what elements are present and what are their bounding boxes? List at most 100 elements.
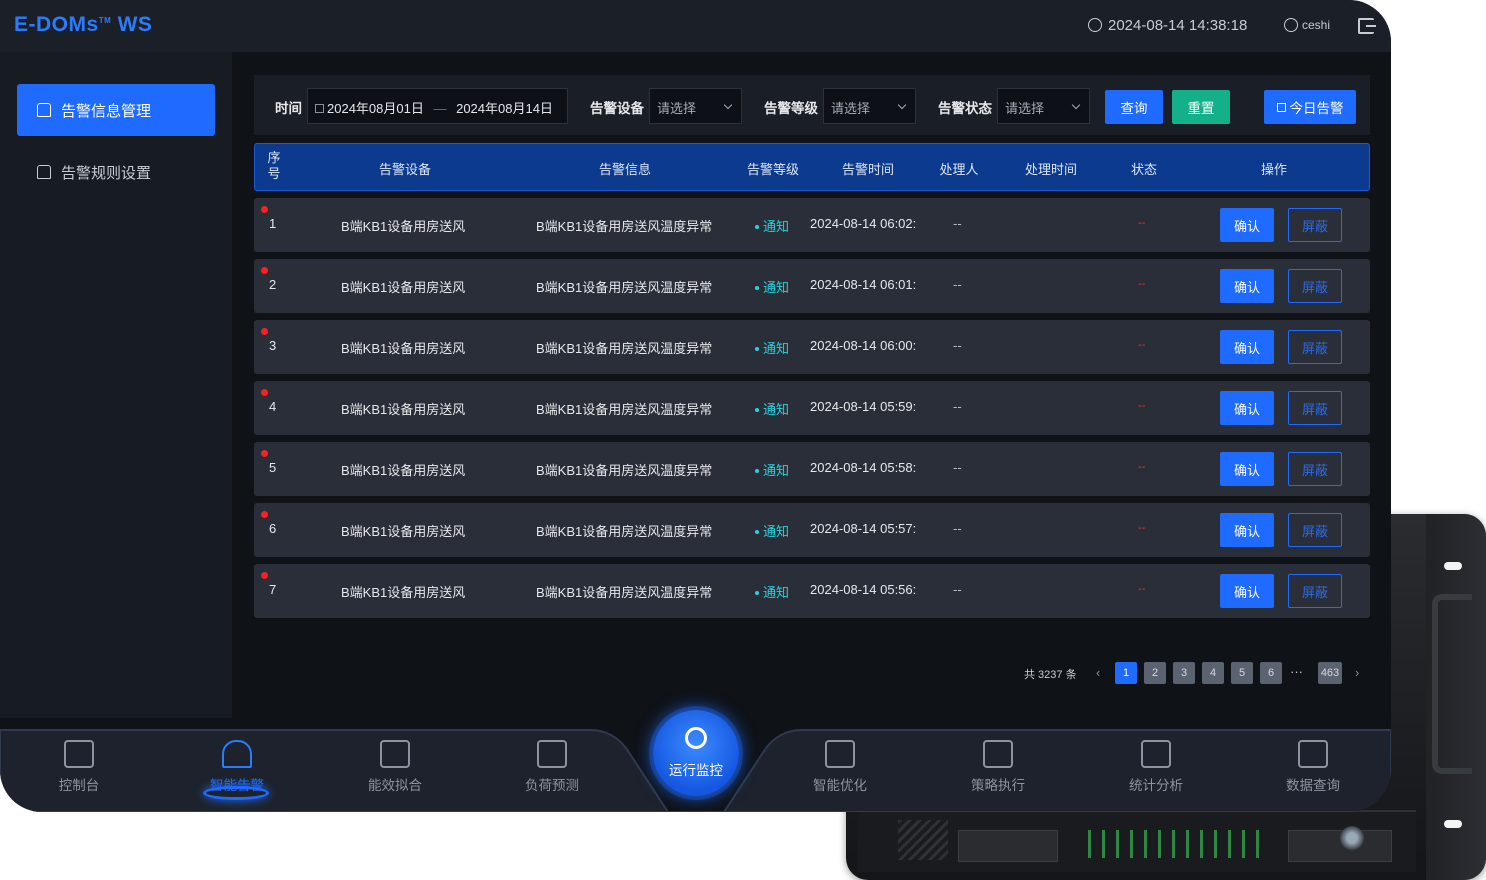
row-status: -- (1138, 583, 1146, 595)
alert-dot-icon (261, 206, 268, 213)
user-icon (1284, 18, 1298, 32)
table-row: 5 B端KB1设备用房送风 B端KB1设备用房送风温度异常 通知 2024-08-14 … (254, 442, 1370, 496)
row-level: 通知 (755, 216, 789, 235)
rack-power-knob (1340, 826, 1364, 850)
row-status: -- (1138, 461, 1146, 473)
brand-logo: E-DOMsTM WS (14, 13, 152, 37)
confirm-button[interactable]: 确认 (1220, 330, 1274, 364)
dock-item-label: 策略执行 (971, 778, 1025, 793)
shield-button[interactable]: 屏蔽 (1288, 391, 1342, 425)
sidebar-item-alarm-info[interactable]: 告警信息管理 (17, 84, 215, 136)
shield-button[interactable]: 屏蔽 (1288, 208, 1342, 242)
page-4[interactable]: 4 (1202, 662, 1224, 684)
sidebar: 告警信息管理 告警规则设置 (0, 52, 232, 718)
row-handler: -- (953, 277, 962, 292)
dock-item-optimize[interactable]: 智能优化 (800, 740, 880, 794)
alert-dot-icon (261, 267, 268, 274)
shield-button[interactable]: 屏蔽 (1288, 574, 1342, 608)
pagination-total: 共 3237 条 (1024, 669, 1077, 681)
page-last[interactable]: 463 (1318, 662, 1342, 684)
level-select[interactable]: 请选择 (823, 88, 916, 124)
table-row: 2 B端KB1设备用房送风 B端KB1设备用房送风温度异常 通知 2024-08-14 … (254, 259, 1370, 313)
page-6[interactable]: 6 (1260, 662, 1282, 684)
confirm-button[interactable]: 确认 (1220, 513, 1274, 547)
header-device: 告警设备 (378, 162, 431, 177)
row-status: -- (1138, 400, 1146, 412)
device-select[interactable]: 请选择 (649, 88, 742, 124)
today-alarms-button[interactable]: 今日告警 (1264, 90, 1356, 124)
table-row: 3 B端KB1设备用房送风 B端KB1设备用房送风温度异常 通知 2024-08-14 … (254, 320, 1370, 374)
sidebar-item-alarm-rules[interactable]: 告警规则设置 (17, 146, 215, 198)
status-select[interactable]: 请选择 (997, 88, 1090, 124)
dock-item-label: 负荷预测 (525, 778, 579, 793)
shield-button[interactable]: 屏蔽 (1288, 330, 1342, 364)
confirm-button[interactable]: 确认 (1220, 452, 1274, 486)
shield-button[interactable]: 屏蔽 (1288, 452, 1342, 486)
page-1[interactable]: 1 (1115, 662, 1137, 684)
reset-button[interactable]: 重置 (1172, 90, 1230, 124)
dock-item-smart-alarm[interactable]: 智能告警 (197, 740, 277, 800)
dock-item-load-forecast[interactable]: 负荷预测 (512, 740, 592, 794)
dock-item-console[interactable]: 控制台 (39, 740, 119, 794)
dock-item-label: 统计分析 (1129, 778, 1183, 793)
dock-item-label: 能效拟合 (368, 778, 422, 793)
bar-chart-icon (1141, 740, 1171, 768)
stage: E-DOMsTM WS 2024-08-14 14:38:18 ceshi 告警… (0, 0, 1486, 880)
row-info: B端KB1设备用房送风温度异常 (536, 585, 713, 600)
date-range-picker[interactable]: 2024年08月01日 — 2024年08月14日 (307, 88, 568, 124)
checkbox-icon (1276, 102, 1286, 112)
row-status: -- (1138, 339, 1146, 351)
status-filter-label: 告警状态 (938, 101, 992, 116)
trend-chart-icon (537, 740, 567, 768)
row-handler: -- (953, 521, 962, 536)
chevron-down-icon (1071, 100, 1081, 110)
next-page-icon[interactable]: › (1355, 665, 1359, 680)
row-handler: -- (953, 460, 962, 475)
dock-item-label: 控制台 (58, 778, 100, 793)
row-info: B端KB1设备用房送风温度异常 (536, 524, 713, 539)
page-2[interactable]: 2 (1144, 662, 1166, 684)
user-menu[interactable]: ceshi (1284, 18, 1330, 32)
dock-item-statistics[interactable]: 统计分析 (1116, 740, 1196, 794)
rack-port-panel (958, 830, 1058, 862)
page-5[interactable]: 5 (1231, 662, 1253, 684)
rack-vent (898, 820, 948, 860)
dock-item-efficiency[interactable]: 能效拟合 (355, 740, 435, 794)
row-time: 2024-08-14 06:01: (810, 277, 917, 292)
confirm-button[interactable]: 确认 (1220, 269, 1274, 303)
row-level: 通知 (755, 582, 789, 601)
logout-icon[interactable] (1358, 18, 1376, 34)
run-monitor-button[interactable]: 运行监控 (653, 710, 739, 796)
dock-item-data-query[interactable]: 数据查询 (1273, 740, 1353, 794)
row-handler: -- (953, 216, 962, 231)
header-level: 告警等级 (746, 162, 799, 177)
page-3[interactable]: 3 (1173, 662, 1195, 684)
row-level: 通知 (755, 338, 789, 357)
row-device: B端KB1设备用房送风 (341, 341, 466, 356)
row-device: B端KB1设备用房送风 (341, 463, 466, 478)
row-time: 2024-08-14 05:57: (810, 521, 917, 536)
confirm-button[interactable]: 确认 (1220, 391, 1274, 425)
pagination-ellipsis[interactable]: ··· (1290, 664, 1303, 679)
shield-button[interactable]: 屏蔽 (1288, 269, 1342, 303)
sliders-icon (825, 740, 855, 768)
row-level: 通知 (755, 399, 789, 418)
header-time: 告警时间 (841, 162, 894, 177)
dock-item-strategy[interactable]: 策略执行 (958, 740, 1038, 794)
active-glow (203, 786, 269, 800)
row-level: 通知 (755, 460, 789, 479)
logo-suffix: WS (117, 13, 153, 36)
row-seq: 5 (269, 460, 277, 475)
confirm-button[interactable]: 确认 (1220, 574, 1274, 608)
query-button[interactable]: 查询 (1105, 90, 1163, 124)
prev-page-icon[interactable]: ‹ (1096, 665, 1100, 680)
sun-icon (1088, 18, 1102, 32)
table-row: 7 B端KB1设备用房送风 B端KB1设备用房送风温度异常 通知 2024-08-14 … (254, 564, 1370, 618)
row-seq: 7 (269, 582, 277, 597)
row-time: 2024-08-14 05:59: (810, 399, 917, 414)
row-info: B端KB1设备用房送风温度异常 (536, 280, 713, 295)
confirm-button[interactable]: 确认 (1220, 208, 1274, 242)
shield-button[interactable]: 屏蔽 (1288, 513, 1342, 547)
chevron-down-icon (897, 100, 907, 110)
row-info: B端KB1设备用房送风温度异常 (536, 219, 713, 234)
